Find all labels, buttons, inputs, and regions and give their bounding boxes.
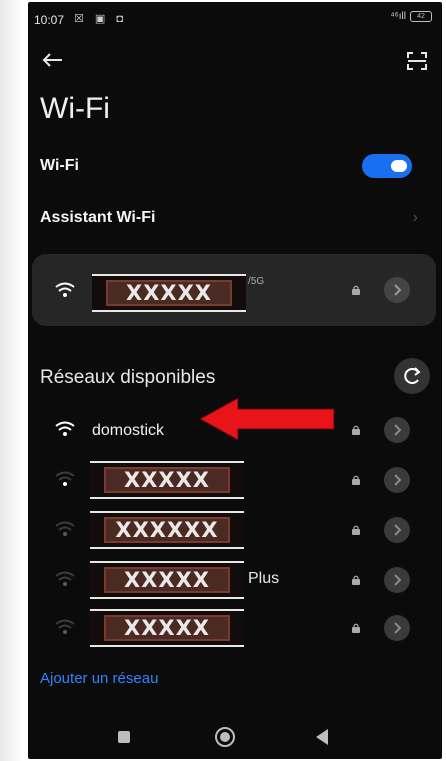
page-title: Wi-Fi <box>40 92 110 125</box>
network-details-button[interactable] <box>384 517 410 543</box>
network-details-button[interactable] <box>384 615 410 641</box>
recents-button[interactable] <box>118 731 130 743</box>
chevron-right-icon: › <box>412 209 418 226</box>
refresh-button[interactable] <box>394 358 430 394</box>
redaction-box: XXXXXX <box>104 517 230 543</box>
wifi-icon <box>55 421 75 436</box>
assistant-wifi-item[interactable]: Assistant Wi-Fi <box>40 209 155 227</box>
signal-icon: ⁴⁶ıll <box>390 11 406 22</box>
battery-icon: 42 <box>410 11 432 22</box>
network-name-suffix: Plus <box>248 570 280 587</box>
network-name: domostick <box>92 422 165 439</box>
status-bar: 10:07 ☒ ▣ ◘ ⁴⁶ıll 42 <box>28 2 442 34</box>
network-row[interactable]: XXXXX Plus <box>28 558 442 602</box>
wifi-weak-icon <box>55 521 75 536</box>
add-network-link[interactable]: Ajouter un réseau <box>40 670 158 687</box>
navigation-bar <box>28 714 442 759</box>
back-button[interactable] <box>38 46 68 76</box>
wifi-toggle[interactable] <box>362 154 412 178</box>
chevron-right-icon <box>394 574 402 586</box>
scan-button[interactable] <box>404 48 430 74</box>
network-band-fragment: /5G <box>248 276 265 287</box>
qr-scan-icon <box>407 52 427 70</box>
network-details-button[interactable] <box>384 567 410 593</box>
redacted-network-name: XXXXX <box>92 274 246 312</box>
chevron-right-icon <box>394 622 402 634</box>
chevron-right-icon <box>394 284 402 296</box>
annotation-arrow-icon <box>198 397 335 441</box>
network-row[interactable]: XXXXXX <box>28 508 442 552</box>
lock-icon <box>352 475 360 485</box>
network-row[interactable]: XXXXX <box>28 458 442 502</box>
redacted-network-name: XXXXX <box>90 561 244 599</box>
redaction-box: XXXXX <box>104 615 230 641</box>
lock-icon <box>352 285 360 295</box>
lock-icon <box>352 525 360 535</box>
available-networks-title: Réseaux disponibles <box>40 367 216 388</box>
network-details-button[interactable] <box>384 417 410 443</box>
wifi-icon <box>55 282 75 297</box>
lock-icon <box>352 623 360 633</box>
redacted-network-name: XXXXX <box>90 461 244 499</box>
redaction-box: XXXXX <box>104 567 230 593</box>
network-details-button[interactable] <box>384 467 410 493</box>
notification-icons: ☒ ▣ ◘ <box>74 13 128 25</box>
redacted-network-name: XXXXX <box>90 609 244 647</box>
chevron-right-icon <box>394 474 402 486</box>
redacted-network-name: XXXXXX <box>90 511 244 549</box>
back-triangle-icon[interactable] <box>314 728 330 746</box>
arrow-left-icon <box>42 53 62 67</box>
redaction-box: XXXXX <box>104 467 230 493</box>
screenshot-frame: 10:07 ☒ ▣ ◘ ⁴⁶ıll 42 Wi-Fi Wi-Fi Assista… <box>0 0 446 761</box>
toggle-knob <box>391 160 407 172</box>
wifi-weak-icon <box>55 571 75 586</box>
home-button[interactable] <box>214 726 236 748</box>
wifi-toggle-label: Wi-Fi <box>40 157 79 174</box>
lock-icon <box>352 425 360 435</box>
status-right: ⁴⁶ıll 42 <box>390 11 432 22</box>
connected-network-card[interactable]: /5G XXXXX <box>32 254 436 326</box>
refresh-icon <box>404 367 421 384</box>
chevron-right-icon <box>394 524 402 536</box>
status-time: 10:07 <box>34 13 65 27</box>
wifi-weak-icon <box>55 619 75 634</box>
phone-screen: 10:07 ☒ ▣ ◘ ⁴⁶ıll 42 Wi-Fi Wi-Fi Assista… <box>28 2 442 759</box>
left-margin <box>0 0 22 761</box>
lock-icon <box>352 575 360 585</box>
redaction-box: XXXXX <box>106 280 232 306</box>
network-row[interactable]: XXXXX <box>28 606 442 650</box>
wifi-weak-icon <box>55 471 75 486</box>
network-details-button[interactable] <box>384 277 410 303</box>
chevron-right-icon <box>394 424 402 436</box>
